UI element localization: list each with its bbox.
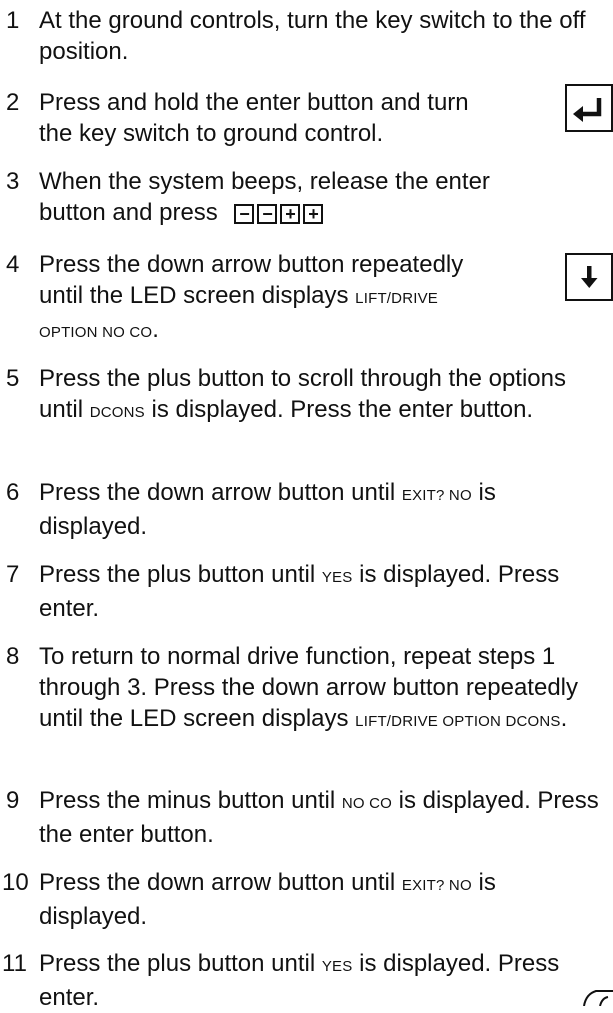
led-display-text: EXIT? NO — [401, 487, 472, 504]
step-number: 11 — [2, 950, 27, 977]
led-display-text: NO CO — [341, 795, 392, 812]
page-corner-icon — [580, 986, 613, 1006]
step-number: 8 — [6, 643, 20, 670]
step-text: Press the minus button until NO CO is di… — [39, 787, 599, 848]
step-text: Press the down arrow button until EXIT? … — [39, 869, 496, 930]
led-display-text: YES — [321, 958, 353, 975]
step-text: To return to normal drive function, repe… — [39, 643, 578, 732]
down-arrow-icon — [565, 253, 613, 301]
step-text: Press the plus button until YES is displ… — [39, 561, 560, 622]
minus-button-icon: − — [257, 203, 278, 224]
enter-arrow-glyph — [573, 98, 602, 122]
led-display-text: YES — [321, 569, 353, 586]
step-number: 5 — [6, 365, 20, 392]
step-number: 2 — [6, 89, 20, 116]
step-number: 9 — [6, 787, 20, 814]
step-number: 1 — [6, 7, 20, 34]
minus-button-icon: − — [234, 203, 255, 224]
plus-button-icon: + — [280, 203, 301, 224]
step-text: Press and hold the enter button and turn… — [39, 89, 469, 147]
step-number: 4 — [6, 251, 20, 278]
step-number: 7 — [6, 561, 20, 588]
step-number: 10 — [2, 869, 29, 896]
step-text: Press the plus button until YES is displ… — [39, 950, 560, 1011]
led-display-text: LIFT/DRIVE OPTION DCONS — [355, 713, 561, 730]
enter-icon — [565, 84, 613, 132]
step-text: Press the plus button to scroll through … — [39, 365, 566, 423]
step-text: At the ground controls, turn the key swi… — [39, 7, 586, 65]
plus-button-icon: + — [303, 203, 324, 224]
step-text: Press the down arrow button until EXIT? … — [39, 479, 496, 540]
step-number: 6 — [6, 479, 20, 506]
step-number: 3 — [6, 168, 20, 195]
led-display-text: DCONS — [89, 404, 145, 421]
step-text: Press the down arrow button repeatedly u… — [39, 251, 464, 343]
down-arrow-glyph — [581, 266, 598, 288]
step-text: When the system beeps, release the enter… — [39, 168, 490, 226]
button-sequence: − − + + — [234, 203, 324, 224]
led-display-text: EXIT? NO — [401, 877, 472, 894]
